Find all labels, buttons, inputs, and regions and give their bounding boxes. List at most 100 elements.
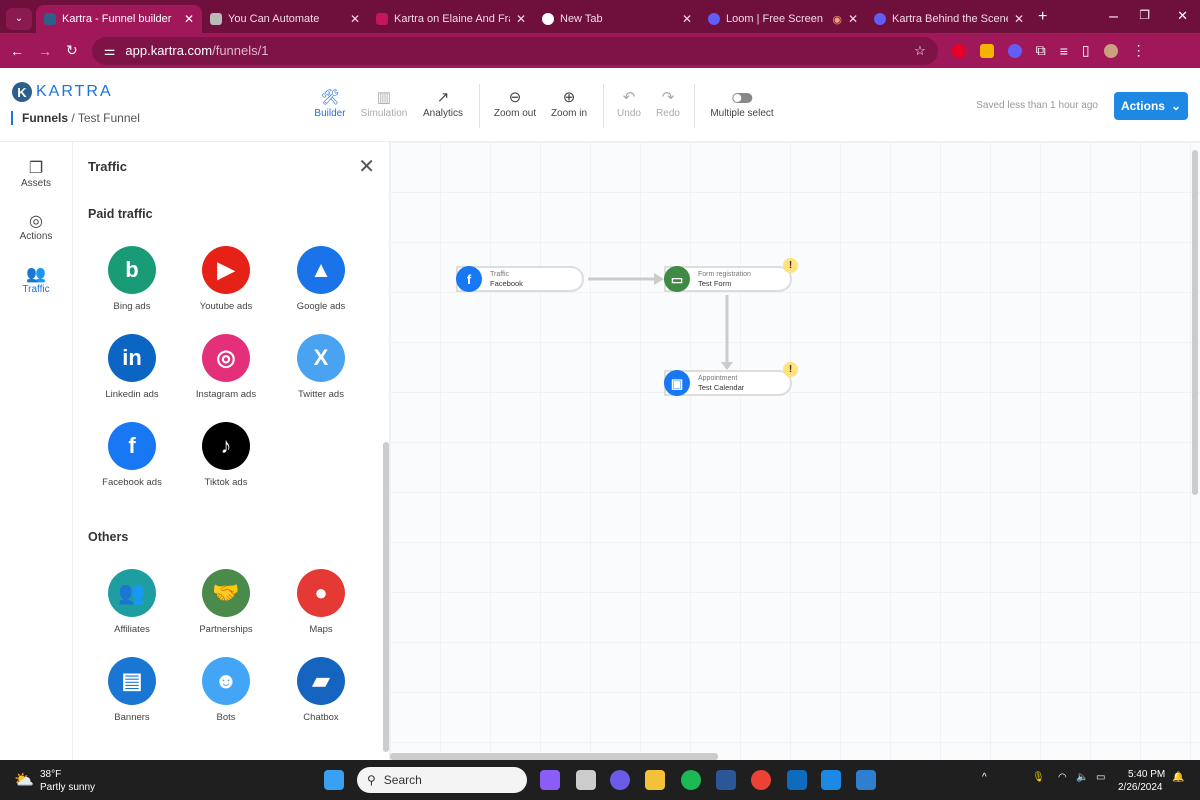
close-tab-icon[interactable]: ✕ [350,12,360,26]
extensions-puzzle-icon[interactable]: ⧉ [1036,42,1046,59]
panel-scrollbar[interactable] [383,442,389,752]
actions-button[interactable]: Actions ⌄ [1114,92,1188,120]
bookmark-star-icon[interactable]: ☆ [914,43,926,59]
traffic-source-twitter-ads[interactable]: X Twitter ads [276,334,366,400]
app-icon[interactable] [821,770,841,790]
node-type: Appointment [698,375,738,382]
loom-extension-icon[interactable] [1007,43,1022,58]
wifi-icon[interactable]: ◠ [1058,772,1067,783]
warning-icon[interactable]: ! [783,258,798,273]
clock-date[interactable]: 2/26/2024 [1118,782,1163,793]
tab-search-button[interactable]: ⌄ [6,8,32,30]
close-tab-icon[interactable]: ✕ [682,12,692,26]
tray-chevron-icon[interactable]: ^ [982,772,987,783]
forward-icon[interactable]: → [38,43,52,59]
funnel-canvas[interactable]: f Traffic Facebook ▭ Form registration Test … [390,142,1200,760]
canvas-vertical-scrollbar[interactable] [1192,150,1198,495]
side-panel-icon[interactable]: ▯ [1082,42,1090,59]
close-tab-icon[interactable]: ✕ [1014,12,1024,26]
arrowhead [654,273,664,285]
zoom-in-button[interactable]: ⊕ Zoom in [551,88,587,119]
close-tab-icon[interactable]: ✕ [184,12,194,26]
traffic-source-tiktok-ads[interactable]: ♪ Tiktok ads [181,422,271,488]
funnel-node-traffic[interactable]: f Traffic Facebook [456,266,584,292]
funnel-node-form[interactable]: ▭ Form registration Test Form! [664,258,798,292]
media-controls-icon[interactable]: ≡ [1060,43,1068,59]
traffic-source-bots[interactable]: ☻ Bots [181,657,271,723]
reload-icon[interactable]: ↻ [66,42,78,59]
browser-tab[interactable]: Loom | Free Screen & ◉ ✕ [700,5,866,33]
source-label: Facebook ads [102,477,162,488]
close-window-button[interactable]: ✕ [1177,8,1188,24]
zoom-out-button[interactable]: ⊖ Zoom out [494,88,536,119]
browser-tab[interactable]: Kartra - Funnel builder ✕ [36,5,202,33]
rail-item-actions[interactable]: ◎ Actions [0,211,72,242]
spotify-icon[interactable] [681,770,701,790]
instagram-icon: ◎ [202,334,250,382]
breadcrumb-separator: / [71,111,75,125]
start-button[interactable] [324,770,344,790]
traffic-source-bing-ads[interactable]: b Bing ads [87,246,177,312]
restore-button[interactable]: ❐ [1139,8,1150,22]
traffic-source-google-ads[interactable]: ▲ Google ads [276,246,366,312]
outlook-icon[interactable] [787,770,807,790]
notification-bell-icon[interactable]: 🔔 [1172,772,1184,783]
simulation-button[interactable]: ▥ Simulation [361,88,408,119]
canvas-horizontal-scrollbar[interactable] [390,753,718,760]
traffic-source-linkedin-ads[interactable]: in Linkedin ads [87,334,177,400]
form-icon: ▭ [664,266,690,292]
multiple-select-toggle[interactable]: Multiple select [710,88,774,119]
traffic-source-instagram-ads[interactable]: ◎ Instagram ads [181,334,271,400]
rail-item-assets[interactable]: ❐ Assets [0,158,72,189]
builder-button[interactable]: 🛠 Builder [314,88,345,119]
breadcrumb-funnels[interactable]: Funnels [22,111,68,125]
photos-icon[interactable] [856,770,876,790]
traffic-source-partnerships[interactable]: 🤝 Partnerships [181,569,271,635]
site-info-icon[interactable]: ⚌ [104,43,116,59]
word-icon[interactable] [716,770,736,790]
traffic-source-chatbox[interactable]: ▰ Chatbox [276,657,366,723]
close-panel-icon[interactable]: ✕ [358,154,375,179]
profile-avatar[interactable] [1103,43,1118,58]
microphone-icon[interactable]: 🎙 [1032,772,1045,783]
browser-tab[interactable]: New Tab ✕ [534,5,700,33]
minimize-button[interactable]: – [1109,8,1118,26]
browser-tab[interactable]: Kartra on Elaine And Fran ✕ [368,5,534,33]
traffic-source-maps[interactable]: ● Maps [276,569,366,635]
rail-item-traffic[interactable]: 👥 Traffic [0,264,72,295]
extension-icon[interactable] [979,43,994,58]
clock-time[interactable]: 5:40 PM [1128,769,1165,780]
kartra-logo[interactable]: K KARTRA [12,82,113,102]
close-tab-icon[interactable]: ✕ [516,12,526,26]
volume-icon[interactable]: 🔈 [1076,772,1088,783]
browser-tab[interactable]: You Can Automate ✕ [202,5,368,33]
chrome-icon[interactable] [751,770,771,790]
traffic-source-affiliates[interactable]: 👥 Affiliates [87,569,177,635]
battery-icon[interactable]: ▭ [1096,772,1105,783]
funnel-node-appointment[interactable]: ▣ Appointment Test Calendar! [664,362,798,396]
task-view-icon[interactable] [576,770,596,790]
analytics-button[interactable]: ↗ Analytics [423,88,463,119]
redo-button[interactable]: ↷ Redo [656,88,680,119]
back-icon[interactable]: ← [10,43,24,59]
traffic-source-youtube-ads[interactable]: ▶ Youtube ads [181,246,271,312]
file-explorer-icon[interactable] [645,770,665,790]
close-tab-icon[interactable]: ✕ [848,12,858,26]
teams-icon[interactable] [610,770,630,790]
pinterest-extension-icon[interactable] [951,43,966,58]
traffic-source-facebook-ads[interactable]: f Facebook ads [87,422,177,488]
taskbar-search[interactable]: ⚲ Search [357,767,527,793]
tab-title: Kartra - Funnel builder [62,13,172,25]
menu-kebab-icon[interactable]: ⋮ [1132,42,1146,59]
url-input[interactable]: ⚌ app.kartra.com/funnels/1 ☆ [91,36,938,65]
new-tab-button[interactable]: + [1038,8,1047,26]
copilot-icon[interactable] [540,770,560,790]
traffic-panel: Traffic ✕ Paid traffic Others b Bing ads ▶… [73,142,390,760]
traffic-source-banners[interactable]: ▤ Banners [87,657,177,723]
browser-tab[interactable]: Kartra Behind the Scenes ✕ [866,5,1032,33]
browser-tab-strip: ⌄ Kartra - Funnel builder ✕ You Can Autom… [0,0,1200,33]
undo-button[interactable]: ↶ Undo [617,88,641,119]
toggle-switch[interactable] [731,93,752,103]
warning-icon[interactable]: ! [783,362,798,377]
youtube-icon: ▶ [202,246,250,294]
